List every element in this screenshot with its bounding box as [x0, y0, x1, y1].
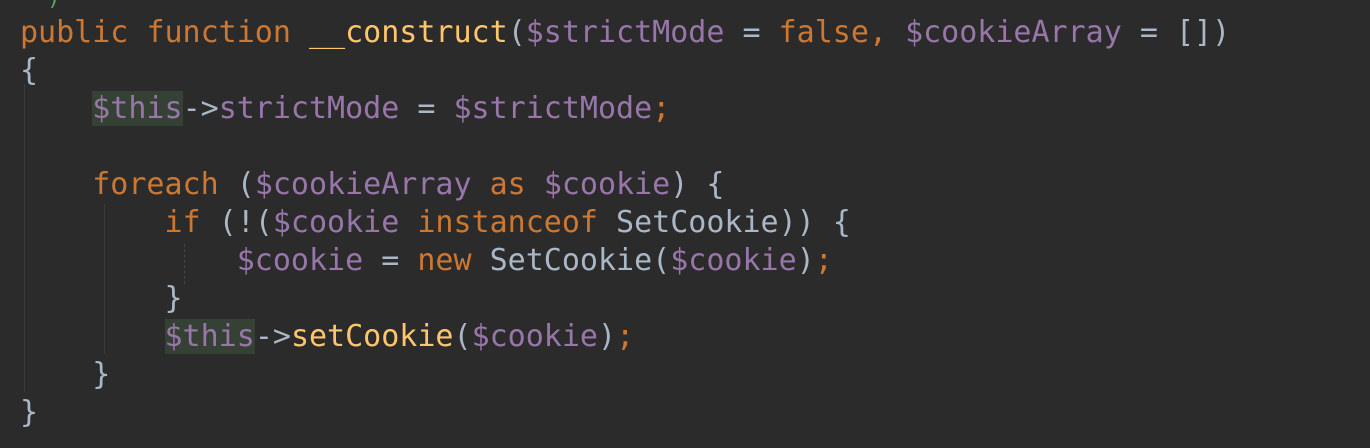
code-line-9[interactable]: $this->setCookie($cookie);: [20, 318, 634, 356]
code-token: $strictMode: [453, 91, 653, 126]
code-token: $cookie: [471, 319, 598, 354]
code-token: ;: [652, 91, 671, 126]
code-token: (!(: [200, 205, 273, 240]
code-token: SetCookie(: [471, 243, 671, 278]
code-token: (: [453, 319, 472, 354]
code-token: ): [796, 243, 815, 278]
code-token: }: [20, 395, 39, 430]
code-token: $cookie: [272, 205, 400, 240]
code-token: }: [20, 281, 183, 316]
code-token: setCookie: [290, 319, 454, 354]
code-line-11[interactable]: }: [20, 394, 38, 432]
code-token: $strictMode: [525, 15, 725, 50]
code-token: $cookie: [543, 167, 671, 202]
code-token: SetCookie)) {: [598, 205, 851, 240]
code-token: as: [489, 167, 526, 202]
code-token: ->: [254, 319, 291, 354]
code-token: $this: [92, 91, 183, 126]
code-token: instanceof: [417, 205, 598, 240]
code-token: ;: [616, 319, 635, 354]
code-token: false: [778, 15, 869, 50]
code-token: (: [218, 167, 255, 202]
code-line-8[interactable]: }: [20, 280, 183, 318]
code-line-3[interactable]: $this->strictMode = $strictMode;: [20, 90, 670, 128]
code-token: public: [20, 15, 129, 50]
code-token: $cookie: [670, 243, 797, 278]
code-token: if: [164, 205, 201, 240]
code-line-5[interactable]: foreach ($cookieArray as $cookie) {: [20, 166, 724, 204]
code-token: (: [507, 15, 526, 50]
code-token: =: [724, 15, 779, 50]
code-line-10[interactable]: }: [20, 356, 110, 394]
code-token: $cookieArray: [905, 15, 1122, 50]
code-token: $cookie: [236, 243, 364, 278]
code-token: ) {: [670, 167, 725, 202]
code-token: foreach: [92, 167, 219, 202]
code-token: ): [598, 319, 617, 354]
fold-marker-icon[interactable]: *): [34, 0, 61, 11]
code-token: $cookieArray: [254, 167, 472, 202]
code-token: ,: [868, 15, 906, 50]
code-line-2[interactable]: {: [20, 52, 38, 90]
code-line-6[interactable]: if (!($cookie instanceof SetCookie)) {: [20, 204, 851, 242]
code-token: strictMode: [218, 91, 400, 126]
code-token: }: [20, 357, 111, 392]
code-token: = []): [1121, 15, 1231, 50]
code-line-1[interactable]: public function __construct($strictMode …: [20, 14, 1230, 52]
code-token: ;: [814, 243, 833, 278]
code-token: __construct: [309, 15, 508, 50]
code-token: {: [20, 53, 39, 88]
code-token: =: [363, 243, 418, 278]
code-token: ->: [182, 91, 219, 126]
code-token: new: [417, 243, 472, 278]
code-editor[interactable]: *) public function __construct($strictMo…: [0, 0, 1370, 448]
code-token: =: [399, 91, 454, 126]
code-token: $this: [164, 319, 255, 354]
code-line-7[interactable]: $cookie = new SetCookie($cookie);: [20, 242, 833, 280]
code-token: function: [146, 15, 291, 50]
